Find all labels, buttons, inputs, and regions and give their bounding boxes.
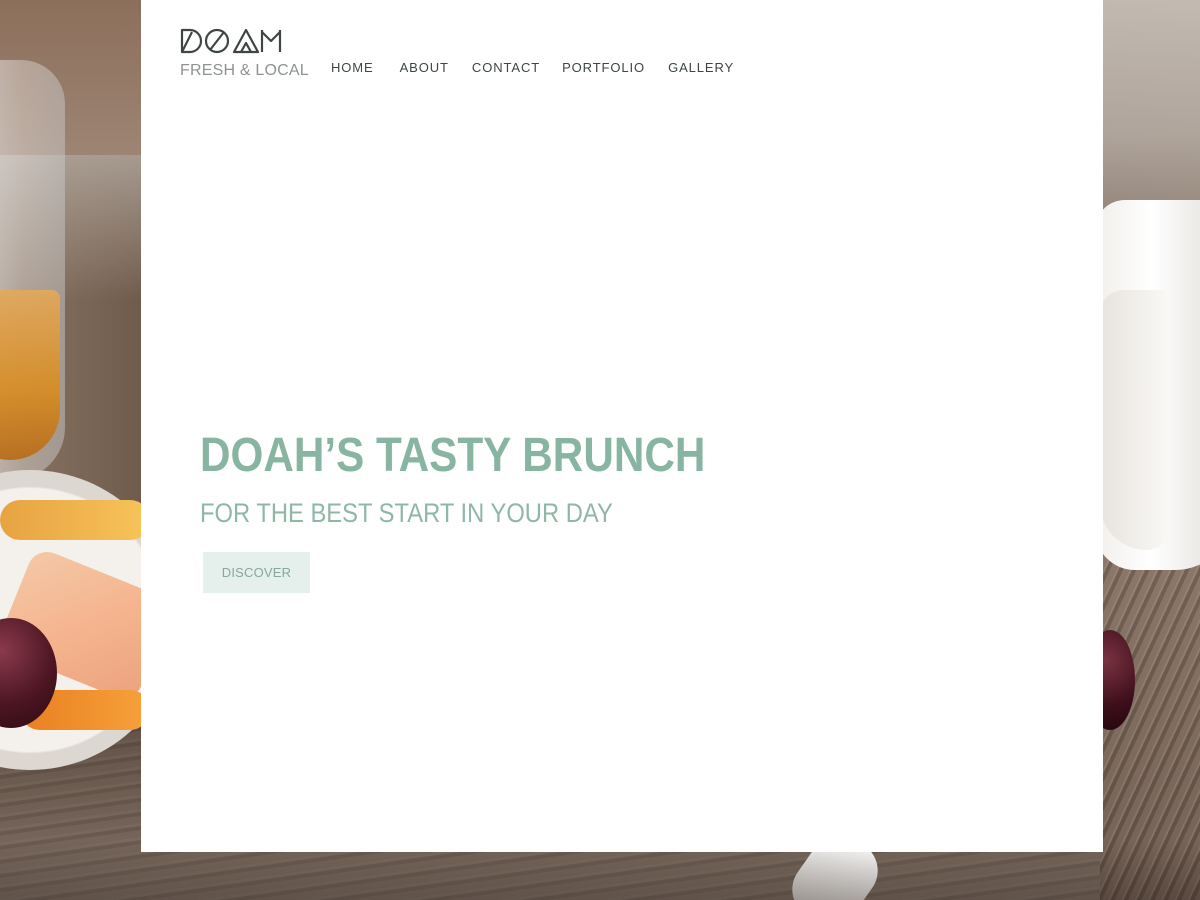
discover-button[interactable]: DISCOVER [203,552,310,593]
nav-item-gallery[interactable]: GALLERY [668,60,734,75]
nav-item-about[interactable]: ABOUT [400,60,449,75]
background-papaya-slice [0,500,150,540]
background-orange-juice [0,290,60,460]
hero-section: DOAH’S TASTY BRUNCH FOR THE BEST START I… [200,425,774,593]
site-logo[interactable]: FRESH & LOCAL [180,28,309,80]
hero-title: DOAH’S TASTY BRUNCH [200,429,706,482]
background-teapot-spout [1100,290,1170,550]
content-panel: FRESH & LOCAL HOME ABOUT CONTACT PORTFOL… [141,0,1103,852]
main-navigation: HOME ABOUT CONTACT PORTFOLIO GALLERY [331,60,734,75]
nav-item-contact[interactable]: CONTACT [472,60,540,75]
brand-tagline: FRESH & LOCAL [180,62,309,79]
doah-logo-icon [180,28,282,54]
hero-subtitle: FOR THE BEST START IN YOUR DAY [200,498,613,528]
nav-item-home[interactable]: HOME [331,60,374,75]
nav-item-portfolio[interactable]: PORTFOLIO [562,60,645,75]
